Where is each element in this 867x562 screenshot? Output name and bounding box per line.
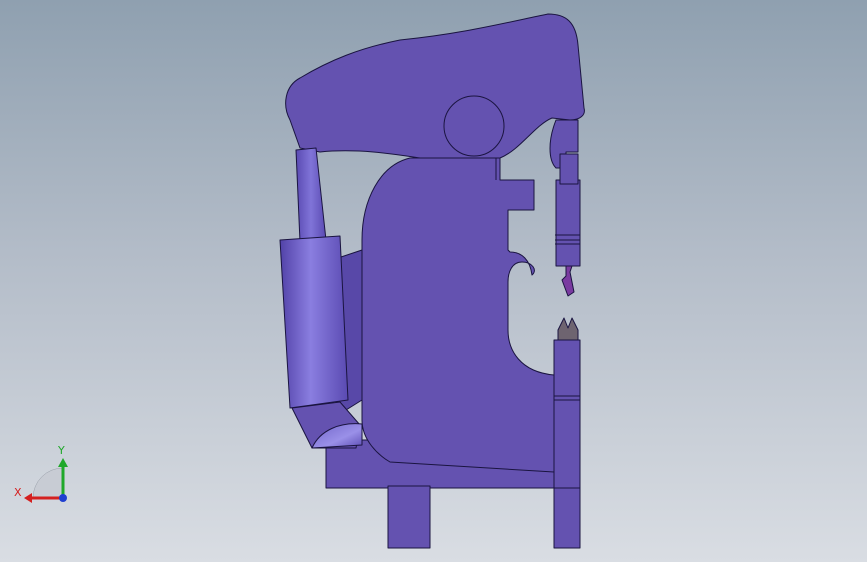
upper-punch	[561, 265, 575, 297]
c-frame	[361, 157, 555, 473]
upper-arm	[285, 13, 585, 159]
lower-tool-block	[553, 399, 581, 491]
right-leg	[553, 487, 581, 549]
3d-viewport[interactable]: X Y	[0, 0, 867, 562]
lower-die-holder	[553, 339, 581, 401]
left-leg	[387, 485, 431, 549]
y-axis-label: Y	[57, 444, 65, 457]
x-axis-label: X	[14, 486, 22, 499]
z-axis-dot	[59, 494, 67, 502]
triad-quarter-disc	[32, 467, 64, 499]
upper-tool-cap	[559, 153, 579, 185]
upper-tool-body	[555, 179, 581, 267]
hydraulic-cylinder	[279, 235, 349, 409]
hydraulic-rod	[295, 147, 327, 243]
pivot-pin	[443, 95, 505, 157]
axis-triad: X Y	[14, 444, 68, 503]
press-brake-model[interactable]	[0, 0, 867, 562]
